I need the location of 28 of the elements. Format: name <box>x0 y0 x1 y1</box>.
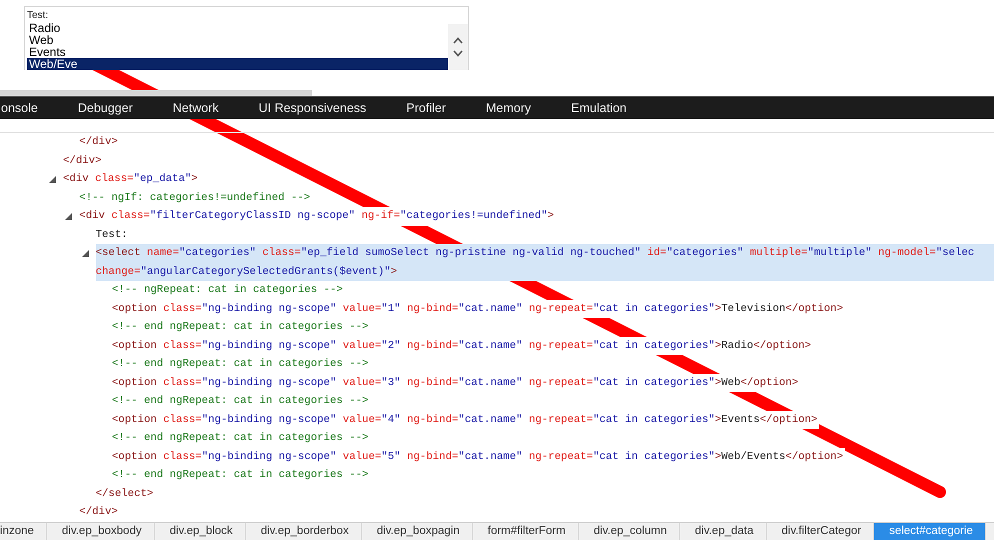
devtools-tab[interactable]: Debugger <box>78 101 133 115</box>
list-option[interactable]: Web/Eve <box>27 58 448 70</box>
list-option[interactable]: Web <box>27 34 448 46</box>
breadcrumb[interactable]: select#categorie <box>874 523 986 540</box>
list-box[interactable]: Test: Radio Web Events Web/Eve <box>24 6 469 70</box>
list-label: Test: <box>27 10 50 22</box>
devtools-tab[interactable]: Memory <box>486 101 532 115</box>
scrollbar-thumb[interactable] <box>0 90 312 96</box>
breadcrumb[interactable]: form#filterForm <box>472 523 579 540</box>
expand-triangle-icon[interactable] <box>65 212 72 220</box>
breadcrumb[interactable]: div.ep_boxpagin <box>362 523 473 540</box>
list-option[interactable]: Radio <box>27 22 448 34</box>
scroll-down-icon[interactable] <box>453 50 463 57</box>
devtools-tab[interactable]: onsole <box>1 101 38 115</box>
expand-triangle-icon[interactable] <box>82 250 89 257</box>
scroll-up-icon[interactable] <box>453 37 463 44</box>
devtools-tab[interactable]: Emulation <box>571 101 627 115</box>
breadcrumb[interactable]: div.ep_data <box>680 523 767 540</box>
breadcrumb[interactable]: div.ep_column <box>578 523 680 540</box>
breadcrumb[interactable]: inzone <box>0 523 47 540</box>
devtools-tab[interactable]: UI Responsiveness <box>258 101 366 115</box>
expand-triangle-icon[interactable] <box>49 176 56 183</box>
devtools-tab[interactable]: Profiler <box>406 101 446 115</box>
breadcrumb[interactable]: div.ep_borderbox <box>246 523 362 540</box>
breadcrumb[interactable]: div.ep_block <box>154 523 246 540</box>
list-option[interactable]: Events <box>27 46 448 58</box>
breadcrumb[interactable]: div.ep_boxbody <box>46 523 155 540</box>
devtools-tab[interactable]: Network <box>172 101 219 115</box>
